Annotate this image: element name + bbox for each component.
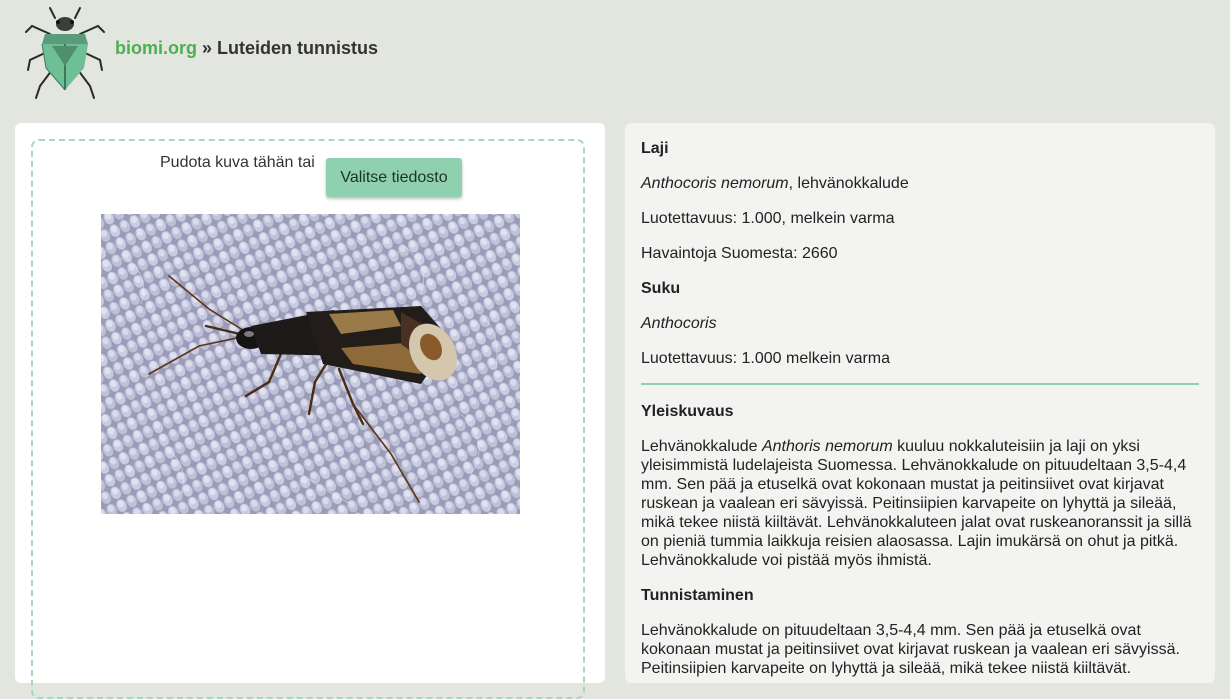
- site-home-link[interactable]: biomi.org: [115, 38, 197, 58]
- identification-text: Lehvänokkalude on pituudeltaan 3,5-4,4 m…: [641, 622, 1180, 677]
- uploaded-insect-photo: [101, 214, 520, 514]
- shield-bug-icon[interactable]: [22, 4, 108, 102]
- species-name: Anthocoris nemorum, lehvänokkalude: [641, 174, 1201, 193]
- choose-file-button[interactable]: Valitse tiedosto: [326, 158, 462, 197]
- page-title: biomi.org » Luteiden tunnistus: [115, 38, 378, 59]
- section-divider: [641, 383, 1199, 385]
- app-name: Luteiden tunnistus: [217, 38, 379, 58]
- overview-text-start: Lehvänokkalude: [641, 438, 762, 455]
- observation-count: Havaintoja Suomesta: 2660: [641, 245, 838, 262]
- genus-confidence: Luotettavuus: 1.000 melkein varma: [641, 350, 891, 367]
- species-common-name: , lehvänokkalude: [788, 175, 909, 192]
- result-panel: Laji Anthocoris nemorum, lehvänokkalude …: [625, 123, 1215, 683]
- overview-heading: Yleiskuvaus: [641, 403, 734, 420]
- genus-heading: Suku: [641, 280, 681, 297]
- species-latin-name: Anthocoris nemorum: [641, 175, 789, 192]
- overview-latin-name: Anthoris nemorum: [761, 438, 893, 455]
- breadcrumb-separator: »: [202, 38, 213, 58]
- drop-instructions: Pudota kuva tähän tai: [160, 154, 315, 171]
- species-confidence: Luotettavuus: 1.000, melkein varma: [641, 210, 895, 227]
- identification-heading: Tunnistaminen: [641, 587, 754, 604]
- upload-panel: Pudota kuva tähän tai Valitse tiedosto: [15, 123, 605, 699]
- overview-text-body: kuuluu nokkaluteisiin ja laji on yksi yl…: [641, 438, 1192, 569]
- species-heading: Laji: [641, 140, 669, 157]
- overview-text: Lehvänokkalude Anthoris nemorum kuuluu n…: [641, 437, 1201, 570]
- genus-latin-name: Anthocoris: [641, 315, 717, 332]
- image-dropzone[interactable]: Pudota kuva tähän tai Valitse tiedosto: [31, 139, 585, 699]
- site-header: biomi.org » Luteiden tunnistus: [0, 0, 1230, 110]
